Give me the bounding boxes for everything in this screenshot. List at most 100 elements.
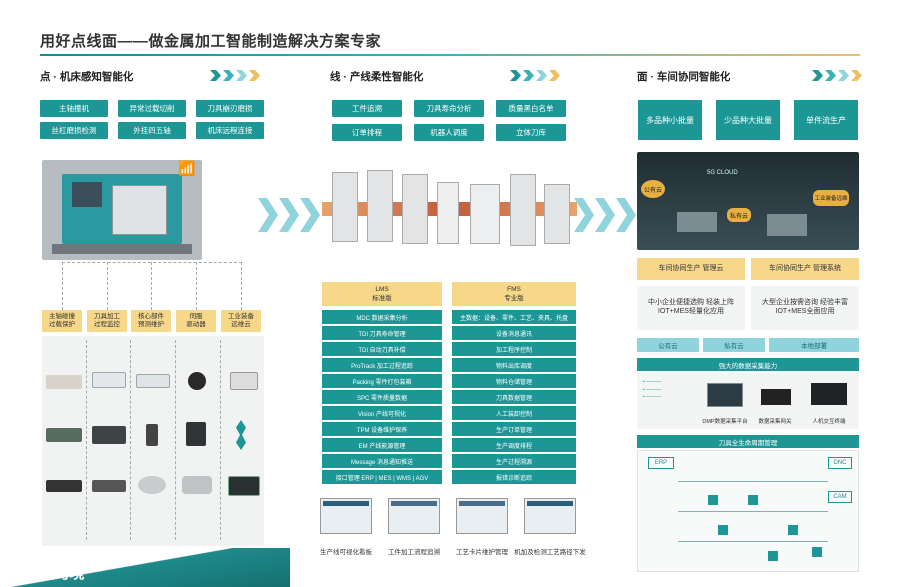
- col1-chevron-icon: [210, 70, 260, 81]
- col2-title: 线 · 产线柔性智能化: [330, 71, 424, 83]
- fms-row[interactable]: 加工程序控制: [452, 342, 576, 356]
- brand-icon: ◎: [10, 565, 21, 580]
- col1-label-2: 核心部件 预测维护: [131, 310, 171, 332]
- data-item-0: DMP数据采集平台: [702, 419, 748, 425]
- page-title: 用好点线面——做金属加工智能制造解决方案专家: [40, 33, 382, 50]
- fms-row[interactable]: 刀具数据管理: [452, 390, 576, 404]
- col2-btn-4[interactable]: 机器人调度: [414, 124, 484, 141]
- trace-screen-image: [388, 498, 440, 534]
- col1-title: 点 · 机床感知智能化: [40, 71, 134, 83]
- col2-btn-2[interactable]: 质量黑白名单: [496, 100, 566, 117]
- cable-device-icon: [92, 480, 126, 492]
- fms-row[interactable]: 报错诊断追踪: [452, 470, 576, 484]
- col1-btn-3[interactable]: 丝杠磨损检测: [40, 122, 108, 139]
- chuck-device-icon: [182, 476, 212, 494]
- private-cloud-tag: 私有云: [727, 208, 751, 222]
- band-mgmt-cloud: 车间协同生产 管理云: [637, 258, 745, 280]
- monitor-device-icon: [92, 372, 126, 388]
- dnc-tag: DNC: [828, 457, 852, 469]
- fms-row[interactable]: 物料出库调度: [452, 358, 576, 372]
- col3-btn-2[interactable]: 单件流生产: [794, 100, 858, 140]
- col1-label-4: 工业装备 远维云: [221, 310, 261, 332]
- route-screen-image: [524, 498, 576, 534]
- connector-device-icon: [46, 480, 82, 492]
- col1-btn-5[interactable]: 机床远程连接: [196, 122, 264, 139]
- lms-row[interactable]: Vision 产线可视化: [322, 406, 442, 420]
- desc-large: 大型企业按需咨询 经验丰富 IOT+MES全面应用: [751, 286, 859, 330]
- fms-row[interactable]: 设备消息通讯: [452, 326, 576, 340]
- desc-sme: 中小企业便捷选购 轻装上阵 IOT+MES轻量化应用: [637, 286, 745, 330]
- fms-header: FMS 专业版: [452, 282, 576, 306]
- card-screen-image: [456, 498, 508, 534]
- title-divider: [40, 54, 860, 56]
- col1-label-0: 主轴碰撞 过载保护: [42, 310, 82, 332]
- tool-lifecycle-title: 刀具全生命周期管理: [637, 435, 859, 448]
- flow-arrow-1-icon: [258, 198, 320, 232]
- screen-caption-0: 生产线可视化看板: [320, 549, 372, 556]
- gateway-device-icon: [230, 372, 258, 390]
- col1-btn-1[interactable]: 异常过载切削: [118, 100, 186, 117]
- deploy-local: 本地部署: [769, 338, 859, 352]
- data-item-2: 人机交互终端: [812, 419, 846, 425]
- brand-logo: ◎ 大数跨境: [10, 562, 85, 583]
- col2-btn-3[interactable]: 订单排程: [332, 124, 402, 141]
- flow-arrow-2-icon: [574, 198, 636, 232]
- fms-row[interactable]: 主数据：设备、零件、工艺、夹具、托盘: [452, 310, 576, 324]
- hmi-device-icon: [228, 476, 260, 496]
- data-item-1: 数据采集网关: [758, 419, 792, 425]
- col2-btn-0[interactable]: 工件追溯: [332, 100, 402, 117]
- io-module-icon: [46, 428, 82, 442]
- fms-row[interactable]: 物料仓储管理: [452, 374, 576, 388]
- fms-row[interactable]: 生产过程溯源: [452, 454, 576, 468]
- brand-name: 大数跨境: [24, 565, 85, 582]
- 5g-cloud-tag: 5G CLOUD: [707, 170, 738, 176]
- col3-btn-1[interactable]: 少品种大批量: [716, 100, 780, 140]
- col2-btn-5[interactable]: 立体刀库: [496, 124, 566, 141]
- lms-row[interactable]: Message 消息通知推送: [322, 454, 442, 468]
- lms-row[interactable]: TDI 自动刀具补偿: [322, 342, 442, 356]
- spindle-sensor-icon: [138, 476, 166, 494]
- lms-row[interactable]: TDI 刀具寿命管理: [322, 326, 442, 340]
- col1-label-3: 伺服 驱动器: [176, 310, 216, 332]
- data-capture-title: 强大的数据采集能力: [637, 358, 859, 371]
- lms-row[interactable]: Packing 零件打包装箱: [322, 374, 442, 388]
- col1-btn-4[interactable]: 外挂四五轴: [118, 122, 186, 139]
- lms-row[interactable]: ProTrack 加工过程追踪: [322, 358, 442, 372]
- public-cloud-tag: 公有云: [641, 180, 665, 198]
- erp-tag: ERP: [648, 457, 674, 469]
- col1-btn-2[interactable]: 刀具崩刃磨损: [196, 100, 264, 117]
- deploy-private: 私有云: [703, 338, 765, 352]
- col2-chevron-icon: [510, 70, 560, 81]
- drive-device-icon: [186, 422, 206, 446]
- col3-title: 面 · 车间协同智能化: [637, 71, 731, 83]
- lms-row[interactable]: SPC 零件质量数据: [322, 390, 442, 404]
- col3-btn-0[interactable]: 多品种小批量: [638, 100, 702, 140]
- cam-tag: CAM: [828, 491, 852, 503]
- production-line-image: [322, 162, 577, 262]
- controller-device-icon: [136, 374, 170, 388]
- data-capture-panel: ▪ ——— ▪ ——— ▪ ——— DMP数据采集平台 数据采集网关 人机交互终端: [637, 373, 859, 429]
- lms-row[interactable]: 接口管理 ERP | MES | WMS | AGV: [322, 470, 442, 484]
- lms-row[interactable]: EM 产线能源管理: [322, 438, 442, 452]
- workshop-cloud-image: 公有云 5G CLOUD 私有云 工业装备远维: [637, 152, 859, 250]
- wifi-icon: 📶: [178, 160, 196, 176]
- screen-caption-1: 工件加工流程追溯: [388, 549, 440, 556]
- lms-row[interactable]: TPM 设备维护保养: [322, 422, 442, 436]
- col1-label-1: 刀具加工 过程监控: [87, 310, 127, 332]
- remote-maintenance-tag: 工业装备远维: [813, 190, 849, 206]
- tool-lifecycle-panel: ERP DNC CAM: [637, 450, 859, 572]
- fms-row[interactable]: 人工装卸控制: [452, 406, 576, 420]
- lms-header: LMS 标准版: [322, 282, 442, 306]
- col1-btn-0[interactable]: 主轴撞机: [40, 100, 108, 117]
- fms-row[interactable]: 生产订单管理: [452, 422, 576, 436]
- lms-row[interactable]: MDC 数据采集分析: [322, 310, 442, 324]
- screen-caption-2: 工艺卡片维护管理: [456, 549, 508, 556]
- servo-motor-icon: [188, 372, 206, 390]
- col2-btn-1[interactable]: 刀具寿命分析: [414, 100, 484, 117]
- fms-row[interactable]: 生产调度排程: [452, 438, 576, 452]
- col3-chevron-icon: [812, 70, 862, 81]
- band-mgmt-system: 车间协同生产 管理系统: [751, 258, 859, 280]
- deploy-public: 公有云: [637, 338, 699, 352]
- probe-device-icon: [146, 424, 158, 446]
- kanban-screen-image: [320, 498, 372, 534]
